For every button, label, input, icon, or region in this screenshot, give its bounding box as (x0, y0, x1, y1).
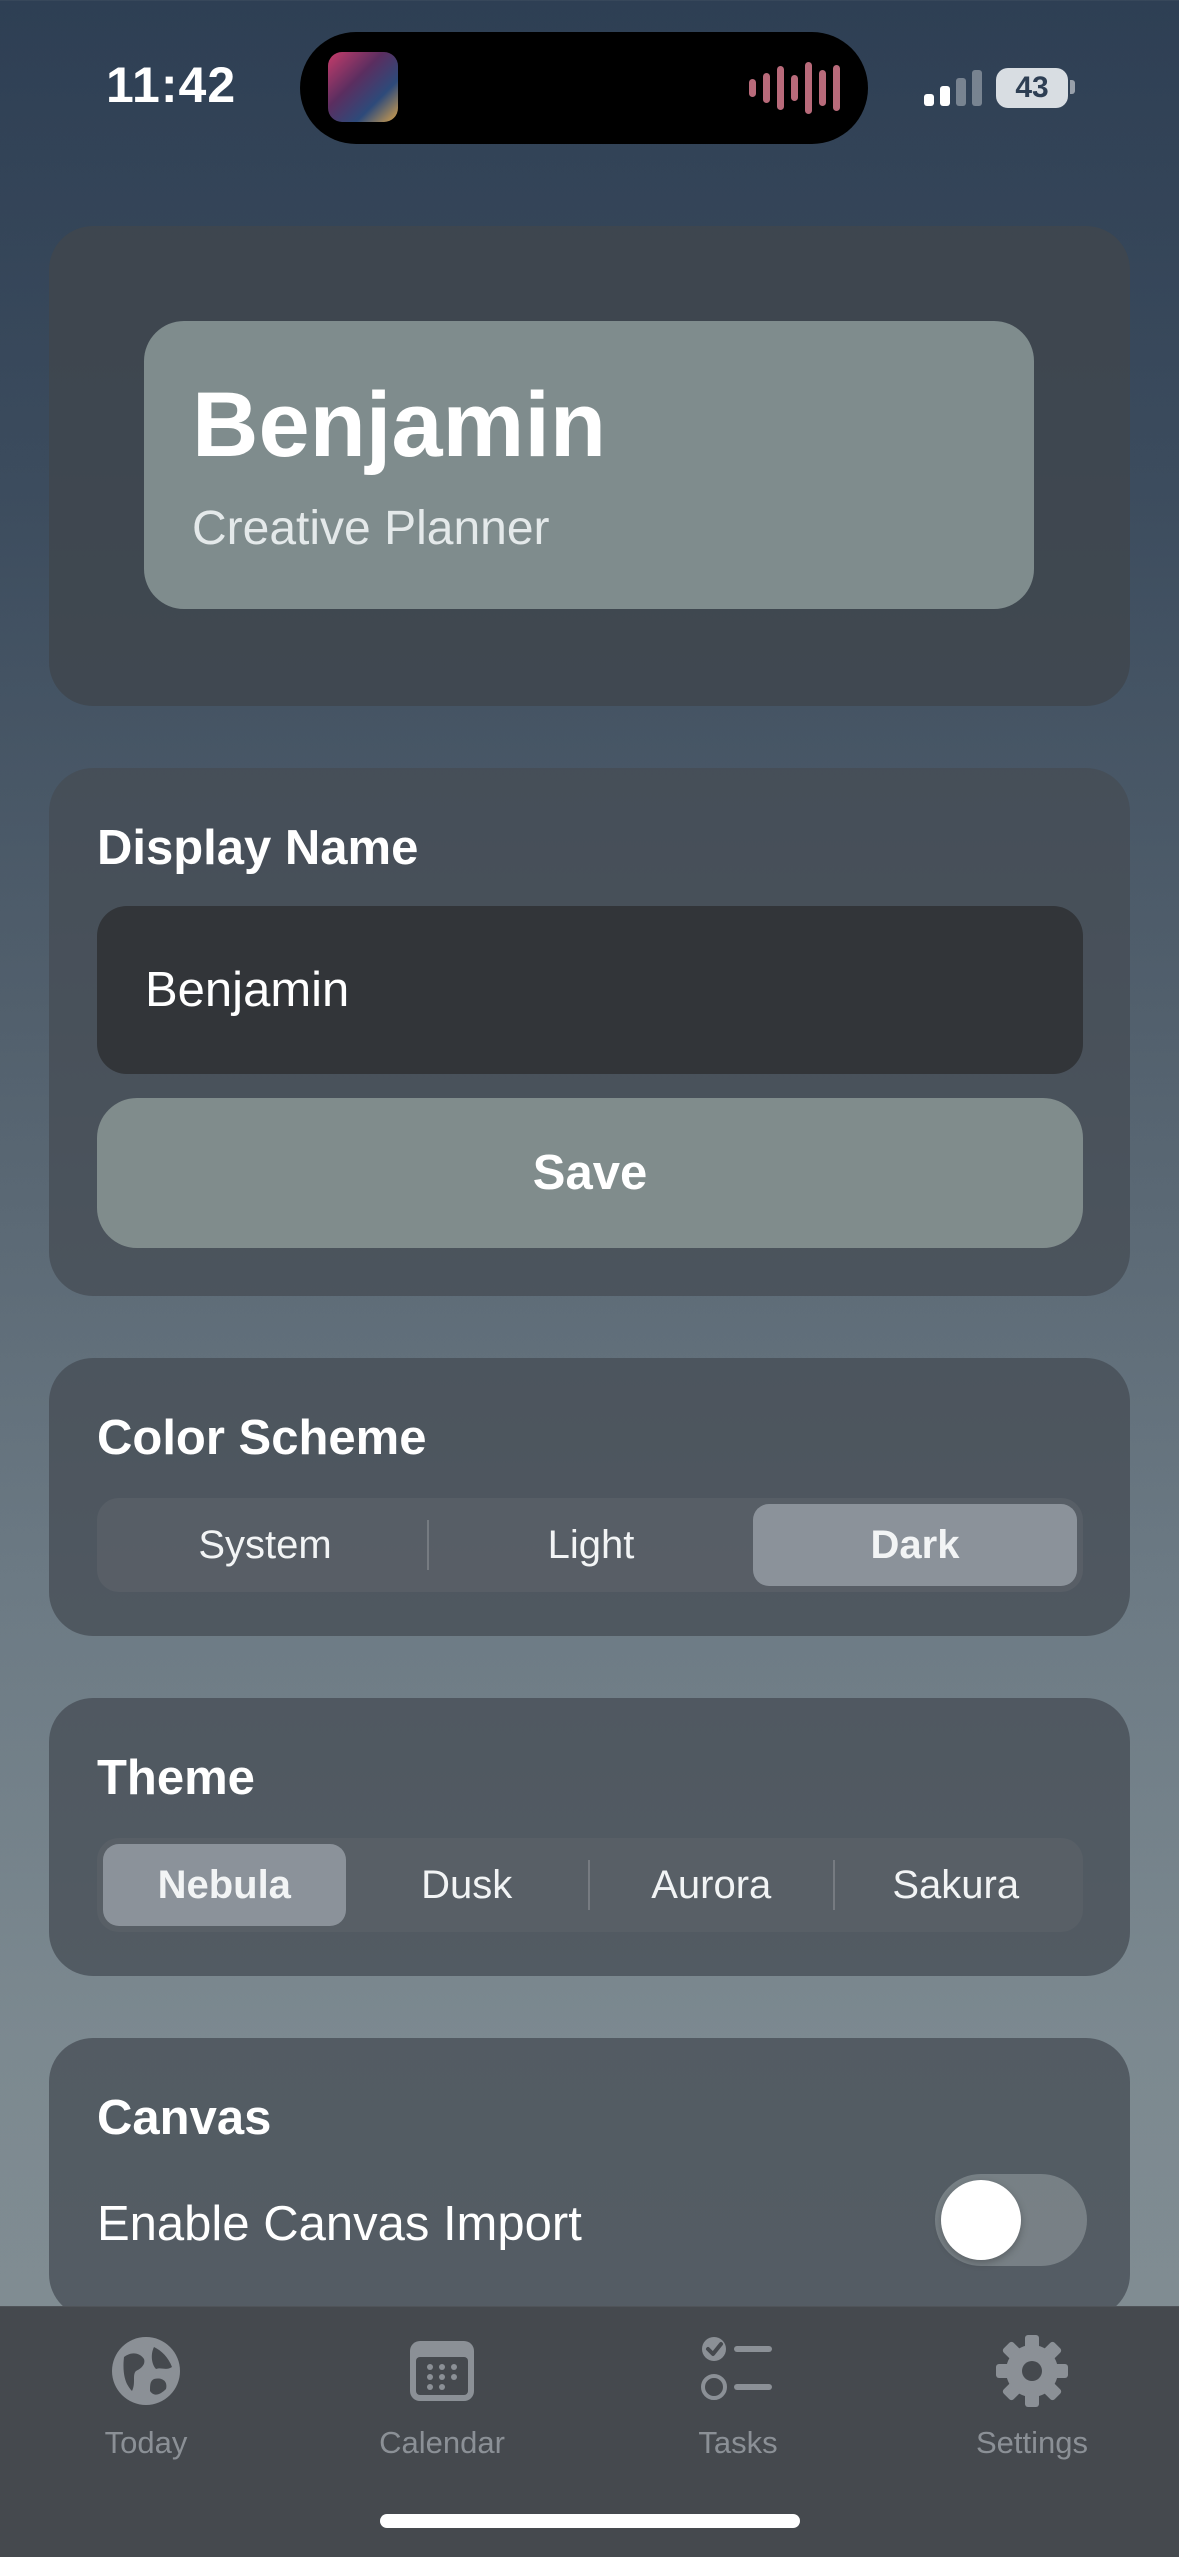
home-indicator[interactable] (380, 2514, 800, 2528)
theme-segmented-control: Nebula Dusk Aurora Sakura (97, 1838, 1083, 1932)
color-scheme-card: Color Scheme System Light Dark (49, 1358, 1130, 1636)
battery-tip (1070, 80, 1075, 94)
theme-card: Theme Nebula Dusk Aurora Sakura (49, 1698, 1130, 1976)
color-scheme-segmented-control: System Light Dark (97, 1498, 1083, 1592)
save-button[interactable]: Save (97, 1098, 1083, 1248)
profile-card: Benjamin Creative Planner (49, 226, 1130, 706)
tab-label-tasks: Tasks (698, 2425, 778, 2460)
tab-settings[interactable]: Settings (932, 2331, 1132, 2461)
canvas-import-toggle[interactable] (935, 2174, 1087, 2266)
tab-label-settings: Settings (975, 2425, 1088, 2460)
now-playing-artwork (328, 52, 398, 122)
theme-title: Theme (97, 1751, 255, 1805)
battery-indicator: 43 (996, 68, 1068, 108)
status-time: 11:42 (106, 57, 237, 113)
toggle-knob (941, 2180, 1021, 2260)
color-scheme-option-system[interactable]: System (103, 1504, 427, 1586)
profile-name: Benjamin (192, 374, 607, 476)
theme-option-sakura[interactable]: Sakura (835, 1844, 1078, 1926)
canvas-title: Canvas (97, 2091, 272, 2145)
tab-label-calendar: Calendar (379, 2425, 505, 2460)
gear-icon (992, 2331, 1072, 2411)
tab-label-today: Today (104, 2425, 188, 2460)
theme-option-dusk[interactable]: Dusk (346, 1844, 589, 1926)
theme-option-nebula[interactable]: Nebula (103, 1844, 346, 1926)
color-scheme-title: Color Scheme (97, 1411, 427, 1465)
display-name-input[interactable] (97, 906, 1083, 1074)
profile-subtitle: Creative Planner (192, 502, 550, 555)
audio-waveform-icon (749, 60, 840, 116)
globe-icon (106, 2331, 186, 2411)
cellular-signal-icon (924, 70, 982, 106)
tab-tasks[interactable]: Tasks (638, 2331, 838, 2461)
checklist-icon (698, 2331, 778, 2411)
calendar-icon (402, 2331, 482, 2411)
tab-calendar[interactable]: Calendar (342, 2331, 542, 2461)
display-name-card: Display Name Save (49, 768, 1130, 1296)
display-name-title: Display Name (97, 821, 419, 875)
canvas-card: Canvas Enable Canvas Import (49, 2038, 1130, 2318)
dynamic-island[interactable] (300, 32, 868, 144)
theme-option-aurora[interactable]: Aurora (590, 1844, 833, 1926)
color-scheme-option-light[interactable]: Light (429, 1504, 753, 1586)
tab-today[interactable]: Today (46, 2331, 246, 2461)
profile-banner: Benjamin Creative Planner (144, 321, 1034, 609)
color-scheme-option-dark[interactable]: Dark (753, 1504, 1077, 1586)
canvas-import-label: Enable Canvas Import (97, 2197, 582, 2251)
